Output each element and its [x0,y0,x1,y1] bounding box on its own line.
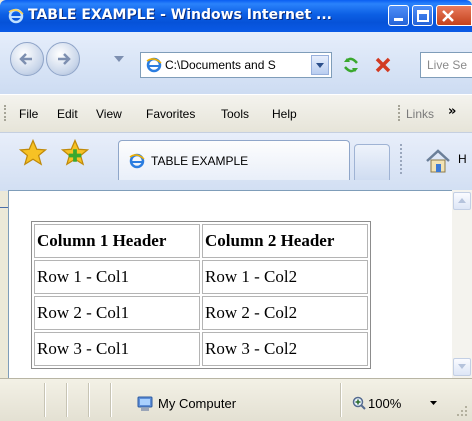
column-header: Column 1 Header [34,224,200,258]
page-ie-icon [146,57,162,73]
ie-icon [129,153,145,169]
menu-favorites[interactable]: Favorites [146,107,195,121]
table-cell: Row 3 - Col2 [202,332,368,366]
menu-file[interactable]: File [19,107,38,121]
navigation-bar: C:\Documents and S Live Se [0,32,472,94]
minimize-button[interactable] [388,5,409,26]
status-divider [44,383,46,417]
live-search-input[interactable]: Live Se [420,52,472,78]
menu-edit[interactable]: Edit [57,107,78,121]
table-header-row: Column 1 Header Column 2 Header [34,224,368,258]
menu-help[interactable]: Help [272,107,297,121]
tab-table-example[interactable]: TABLE EXAMPLE [118,140,350,180]
chevron-up-icon [458,198,466,203]
status-divider [88,383,90,417]
favorites-star-icon[interactable] [18,138,48,168]
links-overflow-chevron-icon[interactable]: » [448,104,456,119]
scroll-down-button[interactable] [453,358,471,376]
home-label[interactable]: H [458,152,467,166]
menu-bar: File Edit View Favorites Tools Help Link… [0,94,472,133]
menu-tools[interactable]: Tools [221,107,249,121]
status-divider [340,383,342,417]
back-arrow-icon [19,53,32,65]
links-toolbar[interactable]: Links [406,107,434,121]
close-icon [442,10,454,22]
security-zone-label[interactable]: My Computer [158,396,236,411]
chevron-down-icon [316,63,324,68]
data-table: Column 1 Header Column 2 Header Row 1 - … [31,221,371,369]
table-row: Row 3 - Col1 Row 3 - Col2 [34,332,368,366]
address-input[interactable]: C:\Documents and S [165,58,309,72]
my-computer-icon [137,396,153,411]
maximize-button[interactable] [412,5,433,26]
status-bar: My Computer 100% [0,378,472,421]
stop-icon[interactable] [372,54,394,76]
recent-pages-chevron-down-icon[interactable] [114,56,124,62]
status-divider [110,383,112,417]
title-bar[interactable]: TABLE EXAMPLE - Windows Internet ... [0,0,472,32]
menu-view[interactable]: View [96,107,122,121]
column-header: Column 2 Header [202,224,368,258]
toolbar-grip[interactable] [4,105,9,121]
table-cell: Row 1 - Col1 [34,260,200,294]
links-grip[interactable] [398,105,403,121]
window-title: TABLE EXAMPLE - Windows Internet ... [28,7,332,23]
ie-icon [8,8,24,24]
table-cell: Row 3 - Col1 [34,332,200,366]
table-cell: Row 2 - Col1 [34,296,200,330]
close-button[interactable] [436,5,472,26]
home-icon[interactable] [424,148,452,174]
resize-grip-icon[interactable] [456,405,468,417]
forward-arrow-icon [58,53,71,65]
tab-label: TABLE EXAMPLE [151,154,249,168]
status-divider [66,383,68,417]
refresh-icon[interactable] [340,54,362,76]
zoom-chevron-down-icon[interactable] [430,401,437,405]
browser-window: TABLE EXAMPLE - Windows Internet ... C:\… [0,0,472,421]
page-content: Column 1 Header Column 2 Header Row 1 - … [8,190,453,379]
zoom-icon[interactable] [352,396,366,410]
address-dropdown-button[interactable] [311,55,329,75]
vertical-scrollbar[interactable] [452,190,472,378]
chevron-down-icon [458,364,466,369]
address-bar[interactable]: C:\Documents and S [140,52,332,78]
back-button[interactable] [10,42,44,76]
forward-button[interactable] [46,42,80,76]
scroll-up-button[interactable] [453,192,471,210]
table-cell: Row 2 - Col2 [202,296,368,330]
new-tab-button[interactable] [354,144,390,180]
table-row: Row 1 - Col1 Row 1 - Col2 [34,260,368,294]
table-row: Row 2 - Col1 Row 2 - Col2 [34,296,368,330]
zoom-level[interactable]: 100% [368,396,401,411]
command-bar-grip[interactable] [400,144,405,174]
table-cell: Row 1 - Col2 [202,260,368,294]
add-favorite-icon[interactable] [60,138,90,168]
